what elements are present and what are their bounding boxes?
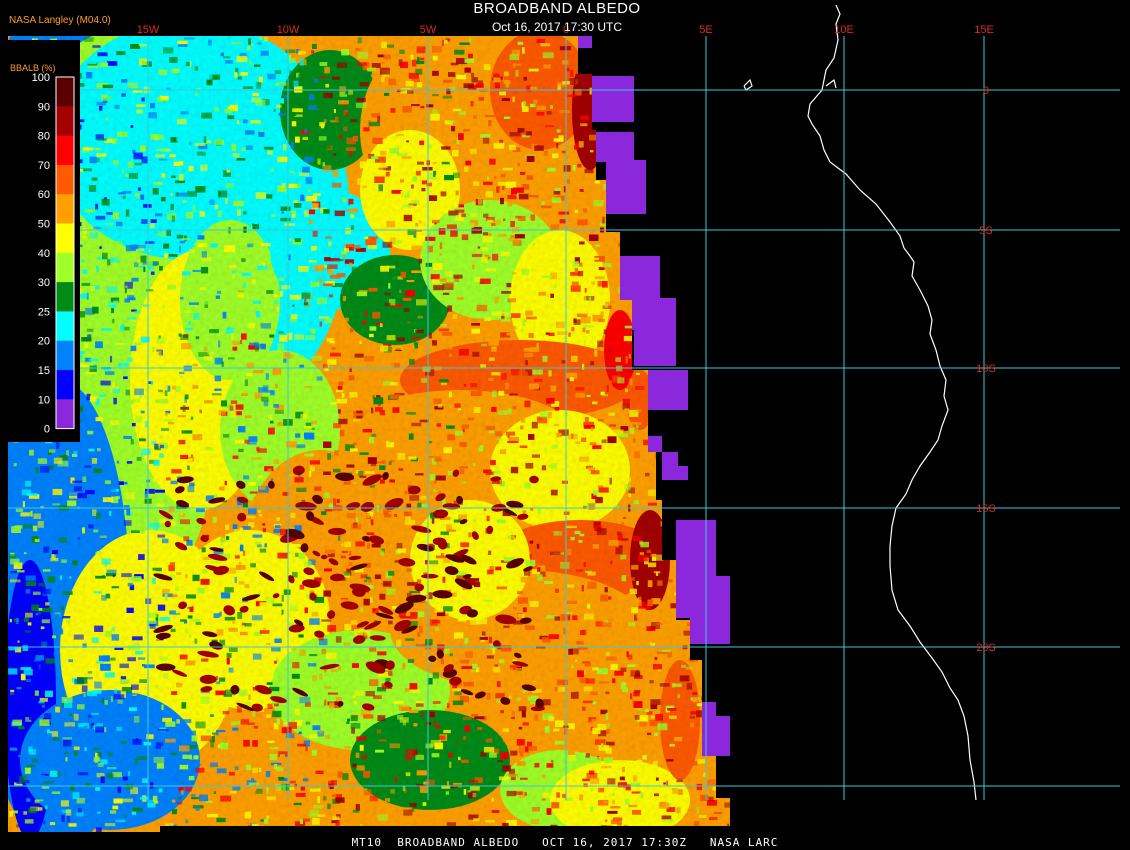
legend-tick-label: 20 <box>38 336 50 348</box>
legend-swatch <box>56 135 74 166</box>
legend-swatch <box>56 311 74 342</box>
legend-tick-label: 15 <box>38 365 50 377</box>
lat-label-15s: 15S <box>976 503 996 515</box>
lat-label-10s: 10S <box>976 363 996 375</box>
legend-swatch <box>56 282 74 312</box>
legend-tick-label: 30 <box>38 277 50 289</box>
legend-swatch <box>56 370 74 400</box>
legend-tick-label: 0 <box>44 424 50 436</box>
legend-swatch <box>56 399 74 429</box>
legend-tick-label: 25 <box>38 306 50 318</box>
albedo-map: 15W 10W 5W 0 5E 10E 15E 0 5S 10S 15S 20S 100 90 80 70 6… <box>0 0 1130 850</box>
lat-label-20s: 20S <box>976 642 996 654</box>
legend-tick-label: 100 <box>32 72 50 84</box>
legend-swatch <box>56 223 74 254</box>
legend-swatch <box>56 77 74 107</box>
legend-title: BBALB (%) <box>10 63 56 73</box>
color-legend: 10090807060504030252015100 <box>8 40 80 442</box>
legend-swatch <box>56 252 74 283</box>
legend-swatch <box>56 106 74 136</box>
legend-tick-label: 80 <box>38 131 50 143</box>
map-title: BROADBAND ALBEDO <box>473 0 641 17</box>
legend-tick-label: 60 <box>38 189 50 201</box>
albedo-field: 15W 10W 5W 0 5E 10E 15E05S10S15S20S 1009080706… <box>8 4 1120 832</box>
legend-tick-label: 40 <box>38 248 50 260</box>
footer-caption: MT10 BROADBAND ALBEDO OCT 16, 2017 17:30… <box>351 836 779 849</box>
legend-swatch <box>56 164 74 195</box>
legend-tick-label: 90 <box>38 101 50 113</box>
lat-label-5s: 5S <box>979 225 992 237</box>
legend-tick-label: 50 <box>38 219 50 231</box>
legend-tick-label: 70 <box>38 160 50 172</box>
legend-swatch <box>56 194 74 224</box>
legend-tick-label: 10 <box>38 394 50 406</box>
coastline <box>743 4 977 801</box>
credit-label: NASA Langley (M04.0) <box>9 15 111 26</box>
lat-label-0: 0 <box>983 85 989 97</box>
legend-swatch <box>56 340 74 371</box>
map-timestamp: Oct 16, 2017 17:30 UTC <box>491 20 623 34</box>
